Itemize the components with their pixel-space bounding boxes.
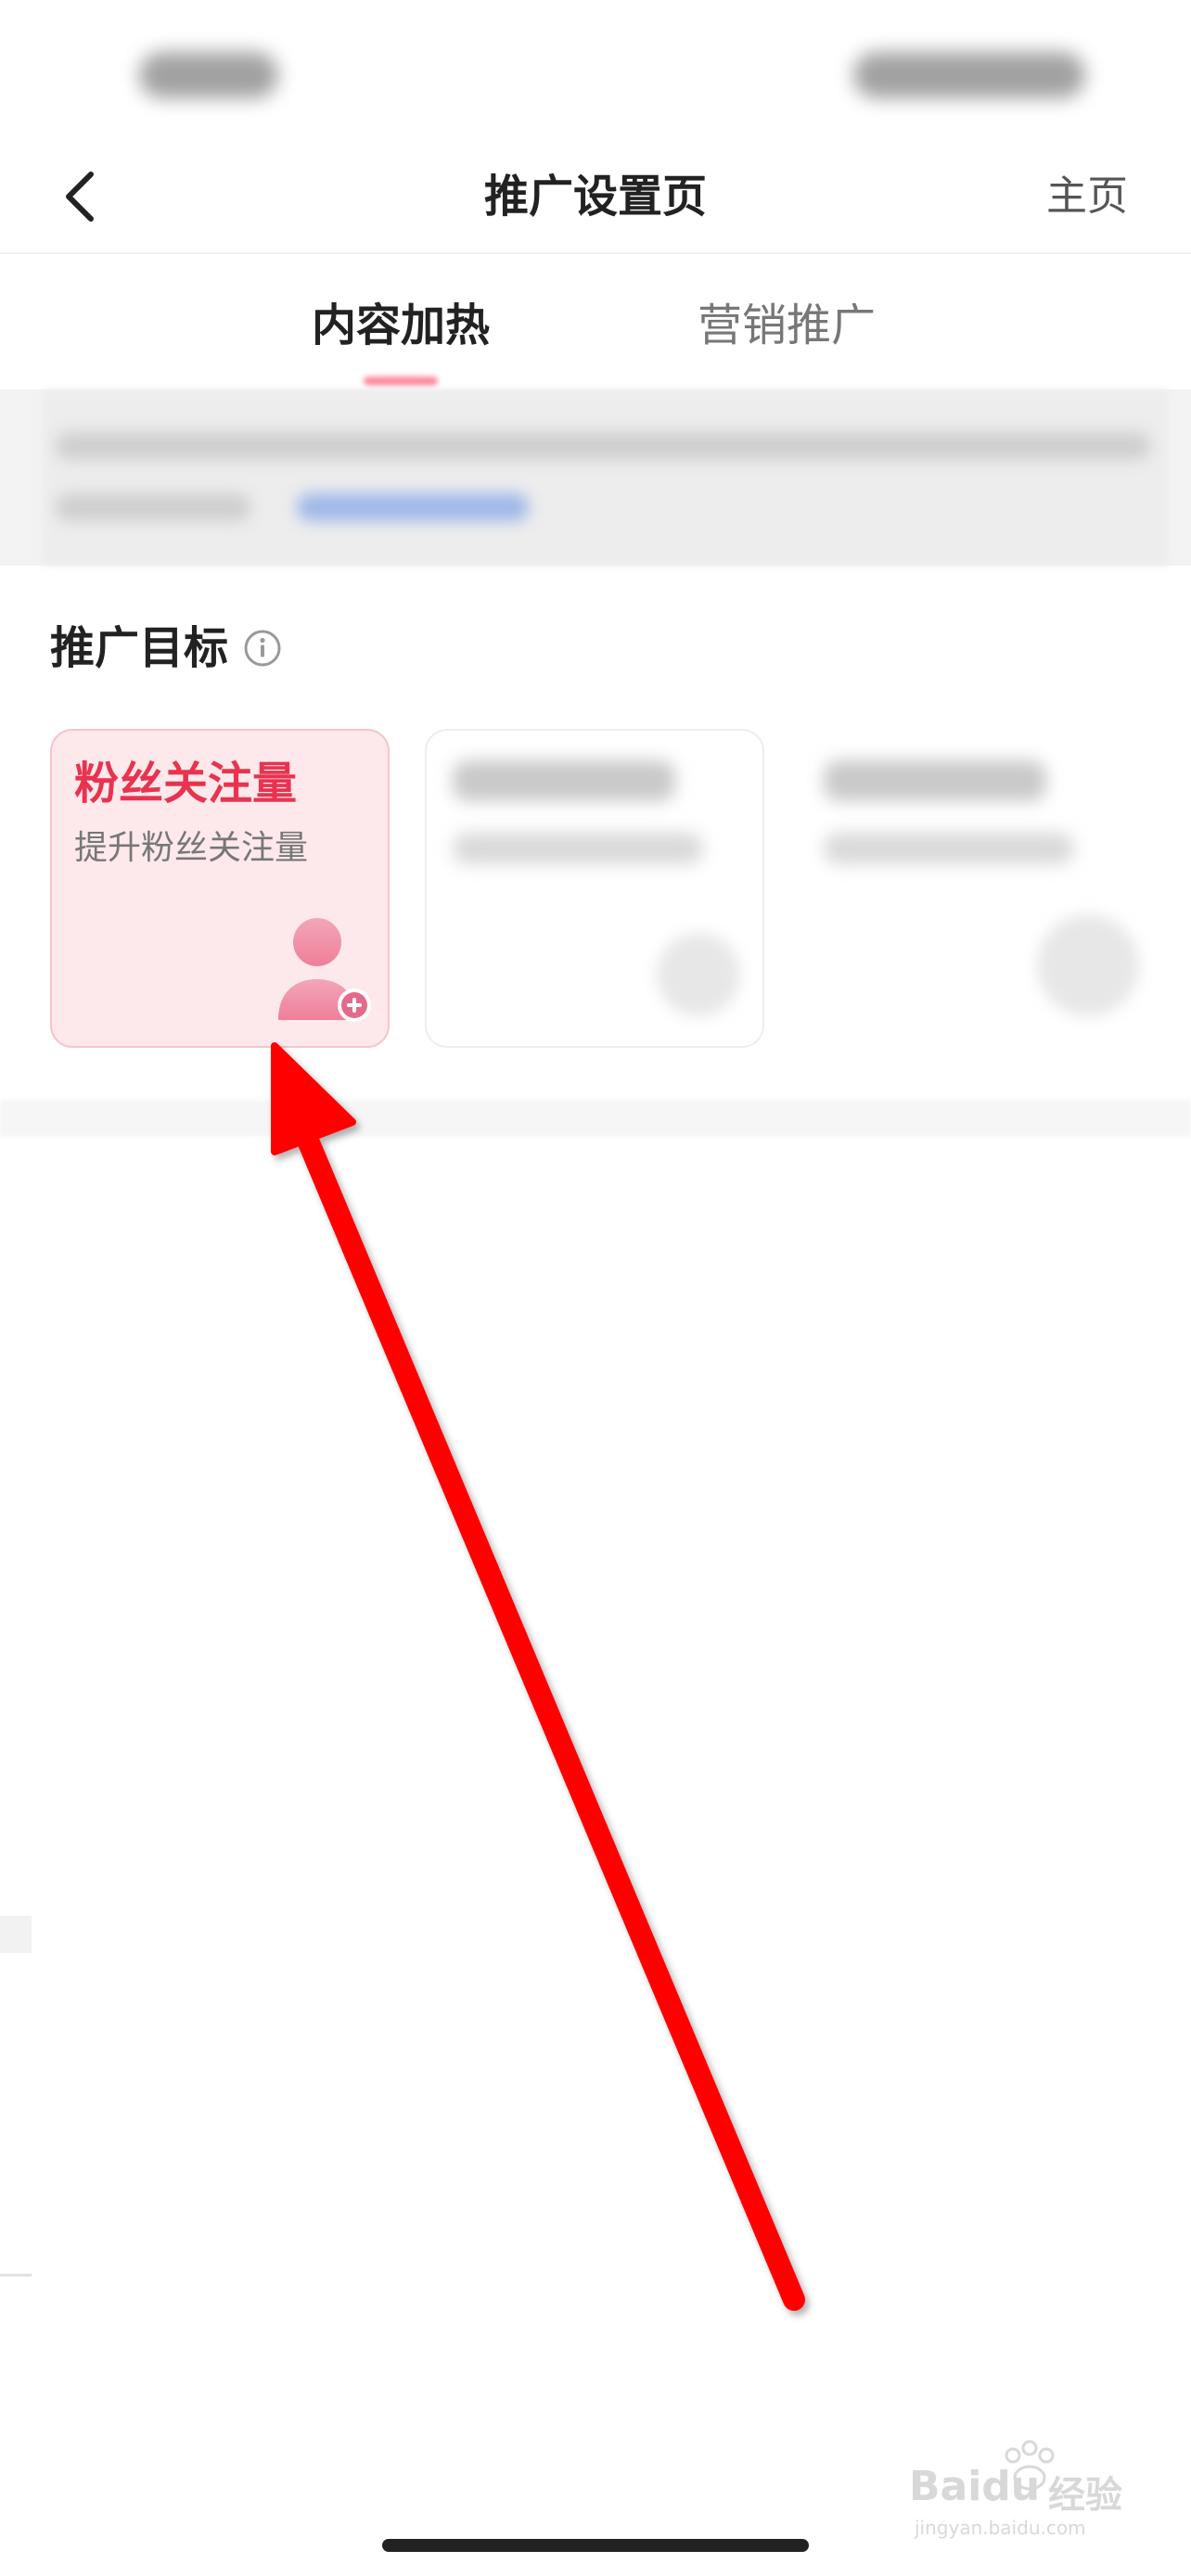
goal-desc-blurred — [453, 833, 703, 864]
status-bar — [0, 0, 1191, 139]
goal-card-description: 提升粉丝关注量 — [74, 829, 309, 867]
watermark-domain: jingyan.baidu.com — [915, 2517, 1086, 2539]
edge-mark — [0, 2274, 32, 2276]
tab-content-boost[interactable]: 内容加热 — [312, 293, 490, 358]
watermark-brand: Baidu — [909, 2463, 1041, 2510]
notice-text-blurred — [56, 493, 250, 521]
page-title: 推广设置页 — [483, 171, 707, 223]
tab-active-indicator — [364, 376, 438, 386]
goal-desc-blurred — [824, 833, 1074, 864]
notice-text-blurred — [56, 432, 1150, 460]
goal-card-fans-follow[interactable]: 粉丝关注量 提升粉丝关注量 — [50, 729, 390, 1048]
notice-banner — [0, 389, 1191, 566]
goal-icon-blurred — [657, 933, 740, 1016]
tab-bar: 内容加热 营销推广 — [0, 256, 1191, 389]
status-time-blurred — [139, 52, 278, 98]
notice-banner-inner — [43, 389, 1169, 566]
home-link[interactable]: 主页 — [1046, 167, 1128, 226]
status-icons-blurred — [853, 52, 1085, 98]
goal-card-others-blurred — [425, 729, 1191, 1048]
baidu-watermark: Baidu 经验 jingyan.baidu.com — [909, 2439, 1150, 2541]
edge-mark — [0, 1916, 32, 1953]
goal-title-blurred — [824, 760, 1046, 801]
goal-card-title: 粉丝关注量 — [74, 758, 298, 810]
goal-icon-blurred — [1037, 914, 1139, 1016]
home-indicator[interactable] — [382, 2539, 809, 2552]
section-divider — [0, 1100, 1191, 1137]
goal-title-blurred — [453, 760, 675, 801]
tab-marketing[interactable]: 营销推广 — [698, 293, 876, 358]
info-icon[interactable] — [243, 629, 282, 668]
section-title: 推广目标 — [50, 622, 229, 674]
watermark-brand-cn: 经验 — [1048, 2474, 1122, 2517]
user-add-icon — [278, 918, 371, 1022]
notice-link-blurred[interactable] — [297, 493, 529, 521]
nav-bar: 推广设置页 主页 — [0, 139, 1191, 254]
